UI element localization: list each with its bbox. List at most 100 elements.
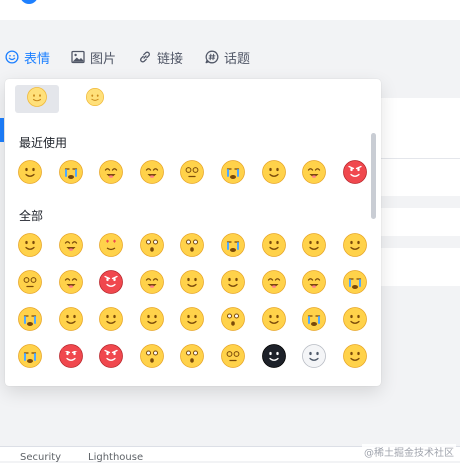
emoji-tab-default[interactable] <box>15 85 59 113</box>
emoji-tearful-grimace[interactable] <box>17 306 43 332</box>
emoji-shocked[interactable] <box>179 343 205 369</box>
emoji-sobbing[interactable] <box>17 343 43 369</box>
smile-emoji-icon <box>18 233 42 257</box>
emoji-lol[interactable] <box>98 159 124 185</box>
emoji-button-label: 表情 <box>24 51 51 67</box>
emoji-smile[interactable] <box>98 306 124 332</box>
emoji-shocked[interactable] <box>179 232 205 258</box>
watermark: @稀土掘金技术社区 <box>362 444 456 459</box>
emoji-question-confused[interactable] <box>139 343 165 369</box>
emoji-angry[interactable] <box>342 159 368 185</box>
emoji-confused[interactable] <box>220 269 246 295</box>
black-face-emoji-icon <box>261 344 286 368</box>
emoji-smile[interactable] <box>17 159 43 185</box>
emoji-thinking[interactable] <box>261 306 287 332</box>
background-gap <box>381 236 460 248</box>
thinking-emoji-icon <box>261 307 286 331</box>
crying-emoji-icon <box>221 233 245 257</box>
emoji-angry[interactable] <box>98 269 124 295</box>
puzzled-emoji-icon <box>302 233 327 257</box>
recent-section-title: 最近使用 <box>19 136 68 150</box>
shaken-emoji-icon <box>342 344 367 368</box>
emoji-smile[interactable] <box>342 306 368 332</box>
emoji-dizzy-sweat[interactable] <box>17 269 43 295</box>
image-icon <box>71 50 85 64</box>
angry-emoji-icon <box>342 160 367 184</box>
emoji-button[interactable]: 表情 <box>5 38 50 76</box>
emoji-smug[interactable] <box>261 232 287 258</box>
smile-emoji-icon <box>18 160 42 184</box>
smile-emoji-icon <box>342 307 367 331</box>
emoji-picker-popup: 最近使用 全部 <box>5 79 381 386</box>
smug-emoji-icon <box>261 233 286 257</box>
image-button-label: 图片 <box>90 51 117 67</box>
emoji-skull[interactable] <box>301 343 327 369</box>
dizzy-sweat-emoji-icon <box>18 270 42 294</box>
link-button-label: 链接 <box>157 51 184 67</box>
happy-squint-emoji-icon <box>58 233 83 257</box>
cry-loud-emoji-icon <box>342 270 367 294</box>
emoji-smile[interactable] <box>17 232 43 258</box>
editor-card <box>0 0 460 20</box>
emoji-picker-tabs <box>5 79 381 119</box>
emoji-dizzy[interactable] <box>179 159 205 185</box>
emoji-sleepy-drool[interactable] <box>342 232 368 258</box>
devtools-tab-security[interactable]: Security <box>20 452 61 463</box>
angry-glare-emoji-icon <box>99 344 124 368</box>
emoji-cry-loud[interactable] <box>58 159 84 185</box>
emoji-happy-squint[interactable] <box>58 232 84 258</box>
shocked-emoji-icon <box>221 307 245 331</box>
emoji-smirk[interactable] <box>261 159 287 185</box>
emoji-skeptical[interactable] <box>179 306 205 332</box>
emoji-skeptical[interactable] <box>179 269 205 295</box>
tears-of-joy-emoji-icon <box>302 307 327 331</box>
grin-cheeky-emoji-icon <box>302 270 327 294</box>
emoji-sly[interactable] <box>58 306 84 332</box>
image-button[interactable]: 图片 <box>71 38 116 76</box>
emoji-black-face[interactable] <box>261 343 287 369</box>
topic-button-label: 话题 <box>224 51 251 67</box>
emoji-tongue-wink[interactable] <box>139 269 165 295</box>
emoji-tab-secondary[interactable] <box>73 85 117 113</box>
emoji-tongue-wink[interactable] <box>301 159 327 185</box>
smiley-face-icon <box>85 87 105 111</box>
emoji-tearful-grimace[interactable] <box>220 159 246 185</box>
picker-scrollbar[interactable] <box>371 133 376 219</box>
editor-toolbar: 表情 图片 链接 话题 <box>0 38 460 76</box>
link-button[interactable]: 链接 <box>138 38 183 76</box>
sobbing-emoji-icon <box>18 344 42 368</box>
emoji-shocked[interactable] <box>220 306 246 332</box>
emoji-crying[interactable] <box>220 232 246 258</box>
recent-emoji-grid <box>17 159 368 185</box>
emoji-grin-cheeky[interactable] <box>139 159 165 185</box>
emoji-angry-glare[interactable] <box>98 343 124 369</box>
emoji-cry-loud[interactable] <box>342 269 368 295</box>
topic-hash-icon <box>205 50 219 64</box>
emoji-shaken[interactable] <box>342 343 368 369</box>
heart-eyes-emoji-icon <box>99 233 124 257</box>
skull-emoji-icon <box>302 344 327 368</box>
topic-button[interactable]: 话题 <box>205 38 250 76</box>
emoji-surprised[interactable] <box>139 232 165 258</box>
emoji-tears-of-joy[interactable] <box>301 306 327 332</box>
grin-cheeky-emoji-icon <box>139 160 164 184</box>
smirk-emoji-icon <box>261 160 286 184</box>
emoji-puzzled[interactable] <box>301 232 327 258</box>
emoji-headband-angry[interactable] <box>58 343 84 369</box>
spiral-eyes-emoji-icon <box>221 344 245 368</box>
emoji-eye-roll[interactable] <box>139 306 165 332</box>
shocked-emoji-icon <box>180 233 205 257</box>
emoji-grin-cheeky[interactable] <box>301 269 327 295</box>
cry-loud-emoji-icon <box>58 160 83 184</box>
emoji-wink-tongue[interactable] <box>58 269 84 295</box>
smiley-face-icon <box>26 86 48 112</box>
sleepy-drool-emoji-icon <box>342 233 367 257</box>
emoji-spiral-eyes[interactable] <box>220 343 246 369</box>
lol-emoji-icon <box>261 270 286 294</box>
background-divider <box>381 158 460 159</box>
eye-roll-emoji-icon <box>139 307 164 331</box>
emoji-lol[interactable] <box>261 269 287 295</box>
wink-tongue-emoji-icon <box>58 270 83 294</box>
devtools-tab-lighthouse[interactable]: Lighthouse <box>88 452 143 463</box>
emoji-heart-eyes[interactable] <box>98 232 124 258</box>
